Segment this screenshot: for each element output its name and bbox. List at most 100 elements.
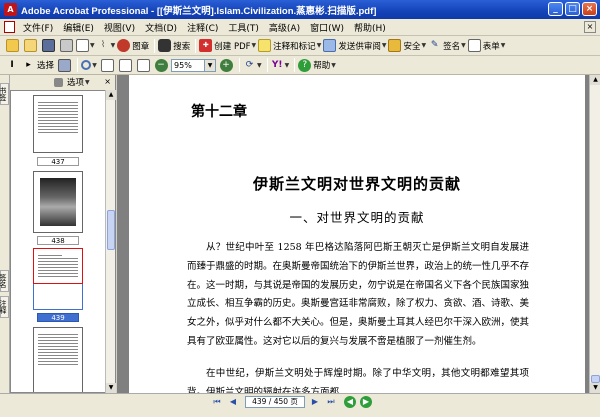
security-label: 安全	[403, 41, 421, 52]
rotate-button[interactable]: ⟳ ▼	[243, 57, 262, 73]
paragraph: 从？世纪中叶至 1258 年巴格达陷落阿巴斯王朝灭亡是伊斯兰文明自发展进而臻于鼎…	[187, 242, 530, 347]
thumbnail-page-438[interactable]	[33, 171, 83, 233]
zoom-select[interactable]: 95% ▼	[171, 57, 217, 73]
chevron-down-icon: ▼	[316, 42, 322, 49]
zoom-tool-button[interactable]: ▼	[81, 57, 97, 73]
comment-markup-label: 注释和标记	[273, 41, 316, 52]
thumbnail-label[interactable]: 437	[37, 157, 79, 166]
chevron-down-icon: ▼	[500, 42, 506, 49]
view-toolbar: I ▸ 选择 ▼ − 95% ▼ + ⟳ ▼ Y! ▼ ? 帮助 ▼	[0, 56, 600, 75]
fit-width-button[interactable]	[135, 57, 151, 73]
menu-help[interactable]: 帮助(H)	[349, 21, 391, 34]
snapshot-button[interactable]	[56, 57, 72, 73]
thumbnail-page-437[interactable]	[33, 95, 83, 153]
stamp-button[interactable]: 图章	[117, 38, 149, 54]
thumbnail-page-440[interactable]	[33, 327, 83, 392]
menu-comments[interactable]: 注释(C)	[182, 21, 223, 34]
pdf-page[interactable]: 第十二章 伊斯兰文明对世界文明的贡献 一、对世界文明的贡献 从？世纪中叶至 12…	[129, 75, 585, 393]
thumbnail-text	[38, 334, 78, 367]
select-tool-button[interactable]: ▸ 选择	[22, 57, 54, 73]
document-close-icon[interactable]: ×	[584, 21, 596, 33]
thumbnail-label-selected[interactable]: 439	[37, 313, 79, 322]
hand-tool-button[interactable]: I	[4, 57, 20, 73]
save-button[interactable]	[40, 38, 56, 54]
chevron-down-icon: ▼	[331, 61, 336, 69]
panel-scrollbar[interactable]: ▲ ▼	[105, 90, 116, 393]
document-viewer[interactable]: 第十二章 伊斯兰文明对世界文明的贡献 一、对世界文明的贡献 从？世纪中叶至 12…	[117, 75, 589, 393]
attach-button[interactable]: ⌇ ▼	[97, 38, 115, 54]
help-button[interactable]: ? 帮助 ▼	[298, 57, 336, 73]
title-bar: A Adobe Acrobat Professional - [[伊斯兰文明].…	[0, 0, 600, 19]
options-menu[interactable]: 选项	[67, 76, 84, 88]
search-button[interactable]: 搜索	[158, 38, 190, 54]
scroll-down-icon[interactable]: ▼	[590, 383, 600, 393]
create-button[interactable]	[22, 38, 38, 54]
minus-icon: −	[154, 58, 168, 72]
scroll-up-icon[interactable]: ▲	[590, 75, 600, 85]
send-review-button[interactable]: 发送供审阅 ▼	[323, 38, 386, 54]
chevron-down-icon: ▼	[284, 61, 290, 69]
zoom-out-button[interactable]: −	[153, 57, 169, 73]
fit-page-button[interactable]	[117, 57, 133, 73]
menu-advanced[interactable]: 高级(A)	[264, 21, 305, 34]
actual-size-button[interactable]	[99, 57, 115, 73]
view-region[interactable]	[33, 248, 83, 284]
chevron-down-icon[interactable]: ▼	[205, 58, 217, 72]
stamp-icon	[117, 39, 131, 52]
previous-view-icon[interactable]: ◀	[344, 395, 356, 408]
open-button[interactable]	[4, 38, 20, 54]
create-pdf-icon: ✚	[199, 39, 213, 52]
menu-edit[interactable]: 编辑(E)	[58, 21, 99, 34]
thumbnail-label[interactable]: 438	[37, 236, 79, 245]
page-number-field[interactable]: 439 / 450 页	[245, 395, 305, 408]
forms-button[interactable]: 表单 ▼	[467, 38, 506, 54]
zoom-field[interactable]: 95%	[171, 58, 206, 72]
create-pdf-button[interactable]: ✚ 创建 PDF ▼	[199, 38, 256, 54]
document-scrollbar[interactable]: ▲ ▼	[589, 75, 600, 393]
trash-icon[interactable]	[54, 77, 63, 87]
chevron-down-icon: ▼	[251, 42, 257, 49]
tab-signatures[interactable]: 签名	[0, 270, 9, 292]
chevron-down-icon: ▼	[90, 42, 95, 49]
scroll-up-icon[interactable]: ▲	[106, 90, 116, 100]
maximize-button[interactable]: □	[565, 2, 580, 16]
tab-bookmarks[interactable]: 书签	[0, 83, 9, 105]
navigation-tabs: 书签 签名 注释	[0, 75, 10, 393]
chevron-down-icon[interactable]: ▼	[85, 79, 90, 86]
menu-view[interactable]: 视图(V)	[99, 21, 140, 34]
comment-markup-button[interactable]: 注释和标记 ▼	[258, 38, 321, 54]
tab-comments[interactable]: 注释	[0, 296, 9, 318]
next-page-icon[interactable]: ▶	[308, 395, 322, 408]
document-scroll-thumb[interactable]	[591, 375, 600, 383]
thumbnail-page-439[interactable]	[33, 248, 83, 310]
scroll-down-icon[interactable]: ▼	[106, 383, 116, 393]
floppy-disk-icon	[41, 39, 55, 52]
menu-tools[interactable]: 工具(T)	[223, 21, 264, 34]
yahoo-icon: Y!	[271, 59, 283, 70]
close-button[interactable]: ×	[582, 2, 597, 16]
folder-icon	[23, 39, 37, 52]
chevron-down-icon: ▼	[92, 61, 97, 69]
security-button[interactable]: 安全 ▼	[388, 38, 426, 54]
next-view-icon[interactable]: ▶	[360, 395, 372, 408]
menu-file[interactable]: 文件(F)	[18, 21, 58, 34]
document-icon[interactable]	[4, 21, 15, 33]
toolbar-separator	[77, 58, 79, 72]
minimize-button[interactable]: _	[548, 2, 563, 16]
window-title: Adobe Acrobat Professional - [[伊斯兰文明].Is…	[21, 5, 377, 17]
thumbnail-image	[40, 178, 76, 226]
menu-window[interactable]: 窗口(W)	[305, 21, 349, 34]
print-button[interactable]	[58, 38, 74, 54]
email-button[interactable]: ▼	[76, 38, 95, 54]
previous-page-icon[interactable]: ◀	[226, 395, 240, 408]
menu-document[interactable]: 文档(D)	[140, 21, 182, 34]
pages-panel: 选项 ▼ × 437 438 439 ▲ ▼	[10, 75, 116, 393]
panel-scroll-thumb[interactable]	[107, 210, 115, 250]
first-page-icon[interactable]: ⏮	[210, 395, 224, 408]
sign-button[interactable]: ✎ 签名 ▼	[428, 38, 466, 54]
last-page-icon[interactable]: ⏭	[324, 395, 338, 408]
panel-close-icon[interactable]: ×	[104, 77, 111, 86]
yahoo-button[interactable]: Y! ▼	[271, 57, 290, 73]
camera-icon	[57, 58, 71, 72]
zoom-in-button[interactable]: +	[218, 57, 234, 73]
